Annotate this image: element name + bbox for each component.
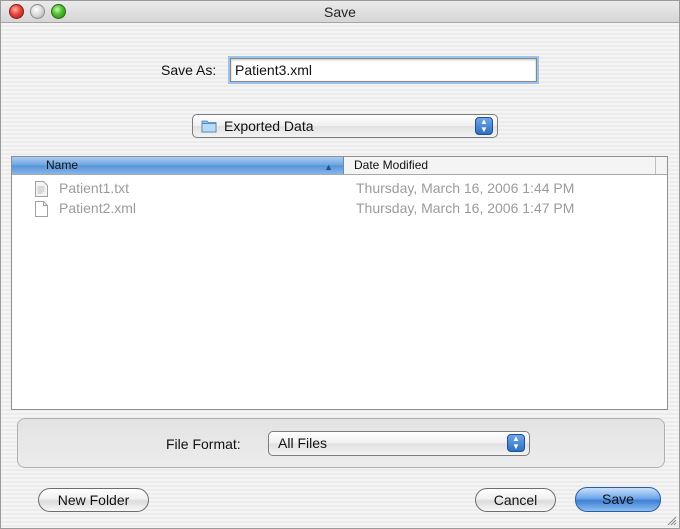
text-file-icon <box>35 181 48 197</box>
location-label: Exported Data <box>224 118 314 134</box>
save-as-label: Save As: <box>161 62 217 78</box>
column-header-spacer <box>655 157 667 174</box>
new-folder-button[interactable]: New Folder <box>38 488 149 512</box>
file-list[interactable]: Name ▲ Date Modified Patient1.txt Thursd… <box>11 156 668 410</box>
column-header-name[interactable]: Name ▲ <box>12 157 344 174</box>
blank-file-icon <box>35 201 48 217</box>
file-date: Thursday, March 16, 2006 1:44 PM <box>356 180 575 196</box>
sort-ascending-icon: ▲ <box>324 162 333 172</box>
popup-stepper-icon: ▲ ▼ <box>475 117 493 135</box>
popup-stepper-icon: ▲ ▼ <box>507 434 525 452</box>
location-popup[interactable]: Exported Data ▲ ▼ <box>192 114 498 138</box>
file-format-popup[interactable]: All Files ▲ ▼ <box>268 431 530 456</box>
list-item[interactable]: Patient2.xml Thursday, March 16, 2006 1:… <box>12 199 667 219</box>
file-name: Patient2.xml <box>59 200 137 216</box>
folder-icon <box>201 120 217 133</box>
file-format-value: All Files <box>278 435 328 451</box>
column-header-date[interactable]: Date Modified <box>354 157 428 174</box>
title-bar: Save <box>1 1 679 23</box>
cancel-button[interactable]: Cancel <box>475 488 556 512</box>
resize-grip-icon[interactable] <box>665 514 677 526</box>
save-dialog: Save Save As: Exported Data ▲▼ Name ▲ Da… <box>0 0 680 529</box>
file-name: Patient1.txt <box>59 180 130 196</box>
file-date: Thursday, March 16, 2006 1:47 PM <box>356 200 575 216</box>
save-button[interactable]: Save <box>575 487 661 512</box>
window-title: Save <box>324 4 356 20</box>
file-format-bar: File Format: All Files ▲ ▼ <box>17 418 665 468</box>
file-list-header: Name ▲ Date Modified <box>12 157 667 175</box>
file-format-label: File Format: <box>166 436 241 452</box>
list-item[interactable]: Patient1.txt Thursday, March 16, 2006 1:… <box>12 179 667 199</box>
save-as-field[interactable] <box>230 58 537 82</box>
column-header-name-label: Name <box>46 158 79 172</box>
